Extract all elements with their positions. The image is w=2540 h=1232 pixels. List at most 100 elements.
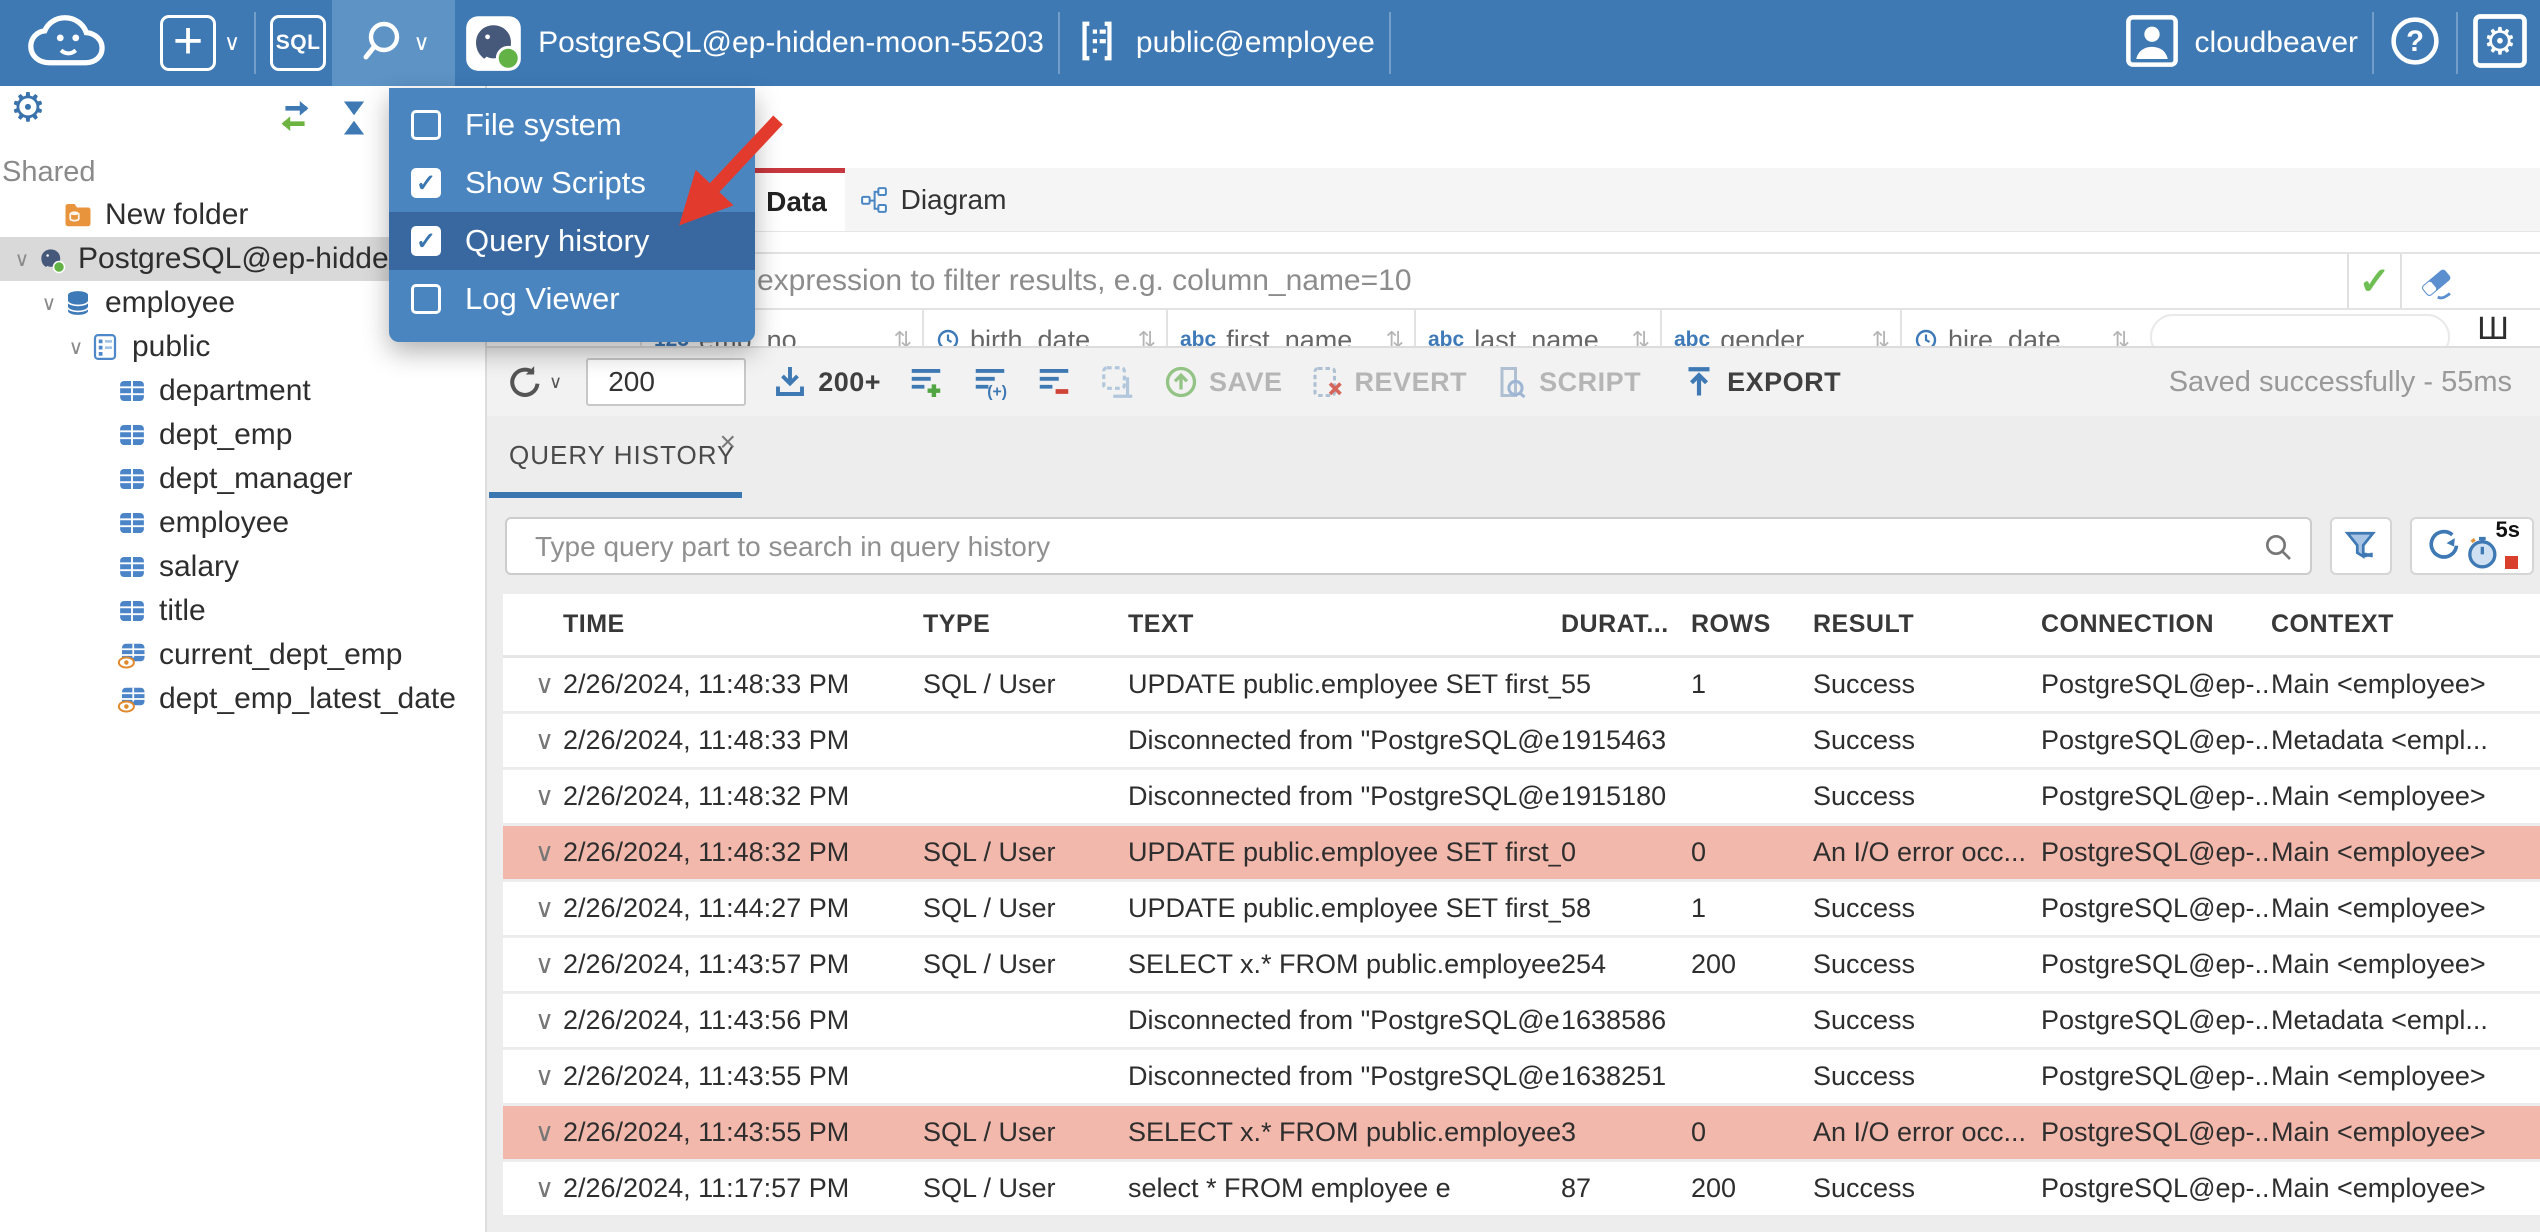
cell-text: Disconnected from "PostgreSQL@e... xyxy=(1128,1061,1561,1091)
grid-column-gender[interactable]: abc gender ⇅ xyxy=(1660,310,1900,346)
sort-icon[interactable]: ⇅ xyxy=(894,327,912,346)
tab-diagram[interactable]: Diagram xyxy=(845,168,1020,231)
query-history-row[interactable]: ∨ 2/26/2024, 11:48:33 PM Disconnected from… xyxy=(503,714,2540,770)
query-history-row[interactable]: ∨ 2/26/2024, 11:17:57 PM SQL / User select … xyxy=(503,1162,2540,1218)
column-header-text[interactable]: TEXT xyxy=(1128,610,1561,639)
query-history-row[interactable]: ∨ 2/26/2024, 11:43:57 PM SQL / User SELECT … xyxy=(503,938,2540,994)
column-header-durat[interactable]: DURAT... xyxy=(1561,610,1691,639)
checkbox-checked-icon[interactable]: ✓ xyxy=(411,226,441,256)
chevron-down-icon[interactable]: ∨ xyxy=(62,335,90,360)
tree-item-department[interactable]: ∨department xyxy=(0,369,485,413)
type-abc-icon: abc xyxy=(1180,328,1217,346)
clear-filter-icon[interactable] xyxy=(2415,262,2457,304)
filter-input[interactable]: expression to filter results, e.g. colum… xyxy=(757,264,1412,298)
auto-refresh-button[interactable]: 5s xyxy=(2464,517,2520,575)
duplicate-row-button[interactable]: (+) xyxy=(971,363,1009,401)
grid-column-birth-date[interactable]: birth_date ⇅ xyxy=(922,310,1166,346)
column-header-time[interactable]: TIME xyxy=(563,610,923,639)
column-header-rows[interactable]: ROWS xyxy=(1691,610,1813,639)
column-header-context[interactable]: CONTEXT xyxy=(2271,610,2540,639)
query-history-filter-button[interactable] xyxy=(2330,517,2392,575)
tree-item-current-dept-emp[interactable]: ∨current_dept_emp xyxy=(0,633,485,677)
collapse-all-icon[interactable] xyxy=(332,96,376,145)
query-history-row[interactable]: ∨ 2/26/2024, 11:48:33 PM SQL / User UPDATE … xyxy=(503,658,2540,714)
grid-columns-config-icon[interactable]: Ш xyxy=(2477,312,2509,346)
sort-icon[interactable]: ⇅ xyxy=(1872,327,1890,346)
expand-row-chevron-icon[interactable]: ∨ xyxy=(503,725,563,756)
new-connection-button[interactable]: + ∨ xyxy=(160,15,240,71)
expand-row-chevron-icon[interactable]: ∨ xyxy=(503,1005,563,1036)
query-history-row[interactable]: ∨ 2/26/2024, 11:43:55 PM Disconnected from… xyxy=(503,1050,2540,1106)
grid-column-hire-date[interactable]: hire_date ⇅ xyxy=(1900,310,2140,346)
expand-row-chevron-icon[interactable]: ∨ xyxy=(503,837,563,868)
query-history-row[interactable]: ∨ 2/26/2024, 11:43:55 PM SQL / User SELECT … xyxy=(503,1106,2540,1162)
save-button[interactable]: SAVE xyxy=(1163,364,1283,400)
expand-row-chevron-icon[interactable]: ∨ xyxy=(503,669,563,700)
menu-item-show-scripts[interactable]: ✓ Show Scripts xyxy=(389,154,755,212)
tree-item-dept-emp[interactable]: ∨dept_emp xyxy=(0,413,485,457)
expand-row-chevron-icon[interactable]: ∨ xyxy=(503,949,563,980)
tree-item-salary[interactable]: ∨salary xyxy=(0,545,485,589)
fetch-size-input[interactable]: 200 xyxy=(586,358,747,406)
refresh-icon[interactable] xyxy=(2424,524,2464,569)
chevron-down-icon[interactable]: ∨ xyxy=(8,247,36,272)
grid-column-first-name[interactable]: abc first_name ⇅ xyxy=(1166,310,1414,346)
sql-editor-button[interactable]: SQL xyxy=(270,15,327,71)
query-history-row[interactable]: ∨ 2/26/2024, 11:48:32 PM SQL / User UPDATE … xyxy=(503,826,2540,882)
sidebar-gear-icon[interactable]: ⚙ xyxy=(10,88,46,128)
checkbox-unchecked-icon[interactable] xyxy=(411,284,441,314)
schema-selector[interactable]: public@employee xyxy=(1136,26,1375,60)
tree-item-dept-manager[interactable]: ∨dept_manager xyxy=(0,457,485,501)
cell-time: 2/26/2024, 11:48:32 PM xyxy=(563,837,850,867)
tab-data[interactable]: Data xyxy=(748,168,845,231)
grid-column-last-name[interactable]: abc last_name ⇅ xyxy=(1414,310,1660,346)
cell-context: Main <employee> xyxy=(2271,1061,2486,1091)
expand-row-chevron-icon[interactable]: ∨ xyxy=(503,1117,563,1148)
tree-item-employee[interactable]: ∨employee xyxy=(0,501,485,545)
expand-row-chevron-icon[interactable]: ∨ xyxy=(503,893,563,924)
sort-icon[interactable]: ⇅ xyxy=(1386,327,1404,346)
query-history-row[interactable]: ∨ 2/26/2024, 11:48:32 PM Disconnected from… xyxy=(503,770,2540,826)
export-button[interactable]: EXPORT xyxy=(1681,364,1841,400)
sort-icon[interactable]: ⇅ xyxy=(1138,327,1156,346)
menu-item-log-viewer[interactable]: Log Viewer xyxy=(389,270,755,328)
connection-selector[interactable]: PostgreSQL@ep-hidden-moon-55203 xyxy=(538,26,1044,60)
view-tools-menu-button[interactable]: ∨ xyxy=(332,0,456,86)
query-history-row[interactable]: ∨ 2/26/2024, 11:44:27 PM SQL / User UPDATE … xyxy=(503,882,2540,938)
query-history-search-input[interactable]: Type query part to search in query histo… xyxy=(505,517,2312,575)
close-icon[interactable]: × xyxy=(720,426,736,458)
tree-item-title[interactable]: ∨title xyxy=(0,589,485,633)
query-history-row[interactable]: ∨ 2/26/2024, 11:43:56 PM Disconnected from… xyxy=(503,994,2540,1050)
column-header-type[interactable]: TYPE xyxy=(923,610,1128,639)
edit-cell-button[interactable] xyxy=(1099,363,1137,401)
script-button[interactable]: SCRIPT xyxy=(1493,364,1641,400)
chevron-down-icon[interactable]: ∨ xyxy=(35,291,63,316)
expand-row-chevron-icon[interactable]: ∨ xyxy=(503,1173,563,1204)
tree-item-dept-emp-latest-date[interactable]: ∨dept_emp_latest_date xyxy=(0,677,485,721)
query-history-tab[interactable]: QUERY HISTORY × xyxy=(489,416,742,498)
menu-item-query-history[interactable]: ✓ Query history xyxy=(389,212,755,270)
sort-icon[interactable]: ⇅ xyxy=(2112,327,2130,346)
delete-row-button[interactable] xyxy=(1035,363,1073,401)
apply-filter-button[interactable]: ✓ xyxy=(2347,254,2402,308)
refresh-results-button[interactable]: ∨ xyxy=(505,362,562,402)
column-header-connection[interactable]: CONNECTION xyxy=(2041,610,2271,639)
add-row-button[interactable] xyxy=(907,363,945,401)
column-header-result[interactable]: RESULT xyxy=(1813,610,2041,639)
user-menu[interactable]: cloudbeaver xyxy=(2195,26,2358,60)
help-button[interactable]: ? xyxy=(2388,14,2442,73)
checkbox-checked-icon[interactable]: ✓ xyxy=(411,168,441,198)
expand-row-chevron-icon[interactable]: ∨ xyxy=(503,781,563,812)
settings-button[interactable]: ⚙ xyxy=(2472,13,2528,74)
fetch-more-button[interactable]: 200+ xyxy=(772,364,881,400)
cell-type: SQL / User xyxy=(923,1173,1056,1203)
expand-row-chevron-icon[interactable]: ∨ xyxy=(503,1061,563,1092)
sort-icon[interactable]: ⇅ xyxy=(1632,327,1650,346)
revert-button[interactable]: REVERT xyxy=(1309,364,1468,400)
menu-item-label: File system xyxy=(465,107,622,142)
checkbox-unchecked-icon[interactable] xyxy=(411,110,441,140)
menu-item-file-system[interactable]: File system xyxy=(389,96,755,154)
cell-duration: 1638586 xyxy=(1561,1005,1667,1035)
cell-time: 2/26/2024, 11:17:57 PM xyxy=(563,1173,850,1203)
link-with-editor-icon[interactable] xyxy=(272,96,318,141)
